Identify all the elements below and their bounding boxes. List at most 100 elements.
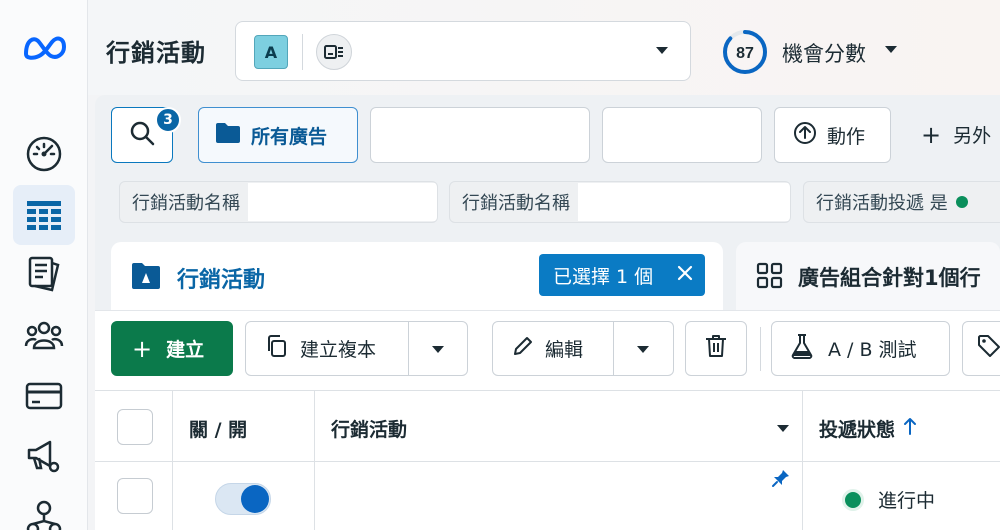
split-divider [613,322,614,375]
all-ads-button[interactable]: 所有廣告 [198,107,358,163]
column-header-toggle[interactable]: 關 / 開 [189,415,247,442]
create-button[interactable]: + 建立 [111,321,233,376]
opportunity-score-ring[interactable]: 87 [722,29,768,75]
pin-icon[interactable] [771,468,791,492]
tab-campaigns-label: 行銷活動 [177,268,266,293]
pencil-icon [511,334,535,363]
selector-divider [302,34,303,70]
flask-icon [790,333,814,364]
more-button[interactable]: + 另外 [921,121,991,148]
ab-test-label: A / B 測試 [828,339,917,361]
campaign-flag-icon [131,262,161,294]
filter-chip-value [578,183,790,221]
trash-icon [704,333,728,364]
meta-logo-icon[interactable] [22,32,68,62]
campaigns-table: 關 / 開 行銷活動 投遞狀態 進行中 [95,390,1000,530]
upload-icon [793,121,817,150]
nav-ads-manager[interactable] [13,185,75,245]
edit-label: 編輯 [545,339,584,361]
nav-business-hierarchy[interactable] [13,488,75,530]
main-panel: 3 所有廣告 動作 + 另外 行銷活動名稱 行銷活動名稱 行銷活動投遞 是 行銷… [95,95,1000,530]
tab-ad-sets[interactable]: 廣告組合針對1個行 [736,242,1000,310]
filter-chip-label: 行銷活動投遞 是 [816,193,948,214]
toolbar-divider [760,327,761,371]
campaign-on-off-toggle[interactable] [215,483,271,515]
create-label: 建立 [166,339,205,361]
dashboard-gauge-icon [25,135,63,173]
column-divider [802,390,803,530]
column-divider [314,390,315,530]
tab-ad-sets-label: 廣告組合針對1個行 [798,266,981,290]
chevron-down-icon[interactable] [432,346,444,353]
copy-icon [264,334,288,363]
tab-campaigns[interactable]: 行銷活動 已選擇 1 個 [111,242,723,310]
close-icon[interactable] [677,264,693,286]
campaign-action-toolbar: + 建立 建立複本 編輯 A / B 測試 [95,310,1000,390]
edit-button[interactable]: 編輯 [492,321,674,376]
tag-button[interactable] [962,321,1000,376]
sort-arrow-up-icon[interactable] [903,417,917,440]
duplicate-label: 建立複本 [300,339,377,361]
folder-icon [215,122,241,149]
column-divider [172,390,173,530]
filter-chip-label: 行銷活動名稱 [132,193,240,214]
row-checkbox[interactable] [117,478,153,514]
filter-chip-label: 行銷活動名稱 [462,193,570,214]
plus-icon: + [132,334,153,363]
audience-icon [24,318,64,352]
table-grid-icon [25,198,63,232]
duplicate-button[interactable]: 建立複本 [245,321,468,376]
filter-chip-campaign-delivery[interactable]: 行銷活動投遞 是 [803,181,1000,223]
top-header: 行銷活動 A 87 機會分數 [88,0,1000,95]
filter-chip-campaign-name[interactable]: 行銷活動名稱 [449,181,791,223]
more-label: 另外 [953,125,992,147]
column-header-delivery-label: 投遞狀態 [819,419,896,441]
billing-card-icon [25,381,63,411]
account-badge: A [254,35,288,69]
adset-grid-icon [756,262,784,294]
tag-icon [977,334,1000,363]
column-header-campaign[interactable]: 行銷活動 [331,415,407,442]
megaphone-gear-icon [25,438,63,476]
nav-campaign-settings[interactable] [13,427,75,487]
nav-billing[interactable] [13,366,75,426]
column-header-delivery[interactable]: 投遞狀態 [819,415,917,442]
selection-count-label: 已選擇 1 個 [553,265,654,288]
status-dot-icon [955,196,968,208]
page-title: 行銷活動 [106,39,206,67]
toggle-knob [241,485,269,513]
delivery-status: 進行中 [842,486,936,513]
select-all-checkbox[interactable] [117,409,153,445]
chevron-down-icon[interactable] [777,425,789,432]
nav-dashboard[interactable] [13,124,75,184]
actions-button[interactable]: 動作 [774,107,891,163]
opportunity-score-label[interactable]: 機會分數 [782,38,866,68]
compare-field[interactable] [602,107,762,163]
nav-audiences[interactable] [13,305,75,365]
ab-test-button[interactable]: A / B 測試 [771,321,950,376]
filter-chip-campaign-name[interactable]: 行銷活動名稱 [119,181,438,223]
actions-label: 動作 [827,125,866,148]
status-dot-icon [842,488,864,511]
filter-chip-value [248,183,437,221]
pages-icon [25,255,63,293]
table-header: 關 / 開 行銷活動 投遞狀態 [95,390,1000,462]
hierarchy-icon [25,499,63,530]
chevron-down-icon[interactable] [656,47,668,54]
all-ads-label: 所有廣告 [251,125,328,148]
split-divider [408,322,409,375]
opportunity-score-value: 87 [736,45,754,62]
search-icon [129,120,155,150]
plus-icon: + [921,120,942,149]
chevron-down-icon[interactable] [637,346,649,353]
placement-icon [316,34,352,70]
delete-button[interactable] [685,321,747,376]
delivery-status-label: 進行中 [878,490,936,512]
date-range-field[interactable] [370,107,590,163]
account-campaign-selector[interactable]: A [235,21,691,81]
search-count-badge: 3 [155,107,181,133]
chevron-down-icon[interactable] [885,46,897,53]
nav-pages[interactable] [13,244,75,304]
selection-count-pill[interactable]: 已選擇 1 個 [539,254,705,296]
left-nav-rail [0,0,88,530]
